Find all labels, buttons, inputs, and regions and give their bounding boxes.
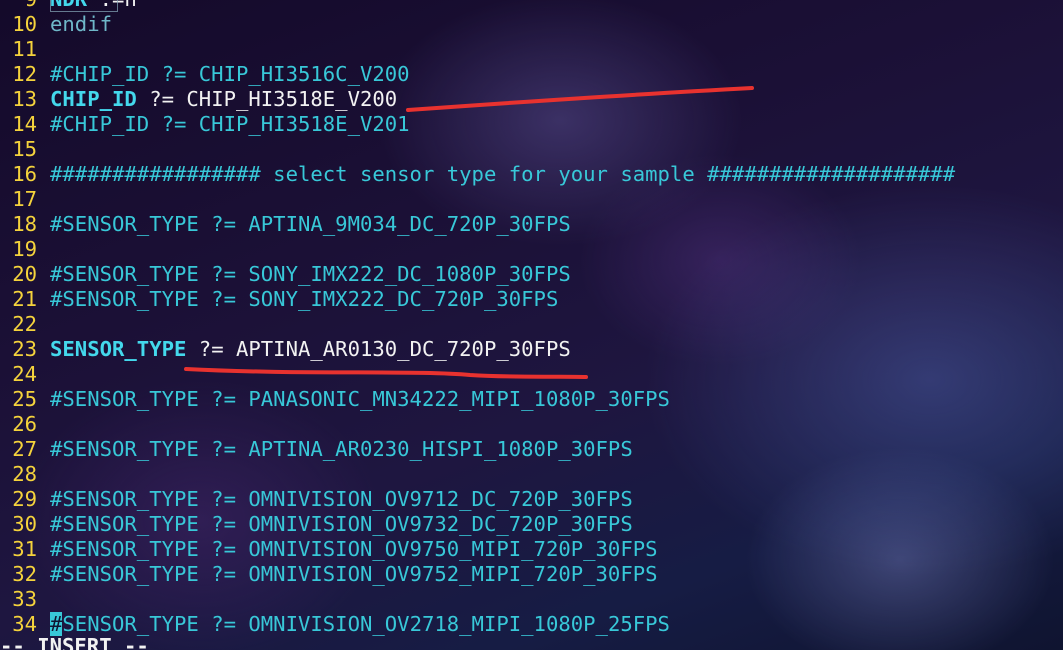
- code-text: #SENSOR_TYPE ?= PANASONIC_MN34222_MIPI_1…: [50, 387, 670, 411]
- code-text: #CHIP_ID ?= CHIP_HI3518E_V201: [50, 112, 410, 136]
- code-line[interactable]: 17: [0, 187, 1063, 212]
- line-number: 26: [12, 412, 37, 436]
- line-number: 14: [12, 112, 37, 136]
- code-text: #SENSOR_TYPE ?= APTINA_AR0230_HISPI_1080…: [50, 437, 633, 461]
- code-line[interactable]: 27 #SENSOR_TYPE ?= APTINA_AR0230_HISPI_10…: [0, 437, 1063, 462]
- line-number: 25: [12, 387, 37, 411]
- code-line[interactable]: 23 SENSOR_TYPE ?= APTINA_AR0130_DC_720P_3…: [0, 337, 1063, 362]
- line-number: 11: [12, 37, 37, 61]
- line-number: 31: [12, 537, 37, 561]
- code-line[interactable]: 13 CHIP_ID ?= CHIP_HI3518E_V200: [0, 87, 1063, 112]
- code-text: #SENSOR_TYPE ?= SONY_IMX222_DC_1080P_30F…: [50, 262, 571, 286]
- line-number: 22: [12, 312, 37, 336]
- code-text: endif: [50, 12, 112, 36]
- code-keyword: SENSOR_TYPE: [50, 337, 187, 361]
- code-line[interactable]: 9NDK :=n: [0, 0, 1063, 12]
- line-number: 27: [12, 437, 37, 461]
- editor-buffer[interactable]: 9NDK :=n10endif1112#CHIP_ID ?= CHIP_HI35…: [0, 0, 1063, 637]
- code-line[interactable]: 24: [0, 362, 1063, 387]
- code-line[interactable]: 18 #SENSOR_TYPE ?= APTINA_9M034_DC_720P_3…: [0, 212, 1063, 237]
- text-cursor: #: [50, 612, 63, 636]
- code-line[interactable]: 31 #SENSOR_TYPE ?= OMNIVISION_OV9750_MIPI…: [0, 537, 1063, 562]
- code-line[interactable]: 32 #SENSOR_TYPE ?= OMNIVISION_OV9752_MIPI…: [0, 562, 1063, 587]
- line-number: 12: [12, 62, 37, 86]
- line-number: 33: [12, 587, 37, 611]
- code-line[interactable]: 14 #CHIP_ID ?= CHIP_HI3518E_V201: [0, 112, 1063, 137]
- code-line[interactable]: 15: [0, 137, 1063, 162]
- line-number: 21: [12, 287, 37, 311]
- code-line[interactable]: 22: [0, 312, 1063, 337]
- code-text: SENSOR_TYPE ?= OMNIVISION_OV2718_MIPI_10…: [62, 612, 670, 636]
- code-text: ?= APTINA_AR0130_DC_720P_30FPS: [186, 337, 571, 361]
- line-number: 18: [12, 212, 37, 236]
- line-number: 29: [12, 487, 37, 511]
- code-line[interactable]: 26: [0, 412, 1063, 437]
- code-line[interactable]: 30 #SENSOR_TYPE ?= OMNIVISION_OV9732_DC_7…: [0, 512, 1063, 537]
- code-text: #CHIP_ID ?= CHIP_HI3516C_V200: [50, 62, 410, 86]
- code-text: #SENSOR_TYPE ?= OMNIVISION_OV9712_DC_720…: [50, 487, 633, 511]
- line-number: 9: [0, 0, 37, 12]
- code-line[interactable]: 20 #SENSOR_TYPE ?= SONY_IMX222_DC_1080P_3…: [0, 262, 1063, 287]
- code-line[interactable]: 11: [0, 37, 1063, 62]
- code-line[interactable]: 21 #SENSOR_TYPE ?= SONY_IMX222_DC_720P_30…: [0, 287, 1063, 312]
- line-number: 19: [12, 237, 37, 261]
- code-text: #SENSOR_TYPE ?= OMNIVISION_OV9750_MIPI_7…: [50, 537, 658, 561]
- line-number: 28: [12, 462, 37, 486]
- line-number: 24: [12, 362, 37, 386]
- mode-indicator: -- INSERT --: [0, 634, 149, 650]
- code-line[interactable]: 12 #CHIP_ID ?= CHIP_HI3516C_V200: [0, 62, 1063, 87]
- line-number: 23: [12, 337, 37, 361]
- code-text: ################# select sensor type for…: [50, 162, 956, 186]
- code-line[interactable]: 28: [0, 462, 1063, 487]
- code-line[interactable]: 34 #SENSOR_TYPE ?= OMNIVISION_OV2718_MIPI…: [0, 612, 1063, 637]
- line-number: 20: [12, 262, 37, 286]
- code-line[interactable]: 10 endif: [0, 12, 1063, 37]
- code-line[interactable]: 19: [0, 237, 1063, 262]
- search-highlight-box: [50, 0, 118, 12]
- line-number: 13: [12, 87, 37, 111]
- code-text: #SENSOR_TYPE ?= SONY_IMX222_DC_720P_30FP…: [50, 287, 559, 311]
- code-text: ?= CHIP_HI3518E_V200: [136, 87, 398, 111]
- line-number: 16: [12, 162, 37, 186]
- code-line[interactable]: 25 #SENSOR_TYPE ?= PANASONIC_MN34222_MIPI…: [0, 387, 1063, 412]
- line-number: 17: [12, 187, 37, 211]
- code-line[interactable]: 29 #SENSOR_TYPE ?= OMNIVISION_OV9712_DC_7…: [0, 487, 1063, 512]
- line-number: 15: [12, 137, 37, 161]
- code-keyword: CHIP_ID: [50, 87, 137, 111]
- code-text: #SENSOR_TYPE ?= APTINA_9M034_DC_720P_30F…: [50, 212, 571, 236]
- line-number: 32: [12, 562, 37, 586]
- line-number: 10: [12, 12, 37, 36]
- code-text: #SENSOR_TYPE ?= OMNIVISION_OV9732_DC_720…: [50, 512, 633, 536]
- line-number: 30: [12, 512, 37, 536]
- code-text: #SENSOR_TYPE ?= OMNIVISION_OV9752_MIPI_7…: [50, 562, 658, 586]
- code-line[interactable]: 16 ################# select sensor type f…: [0, 162, 1063, 187]
- code-line[interactable]: 33: [0, 587, 1063, 612]
